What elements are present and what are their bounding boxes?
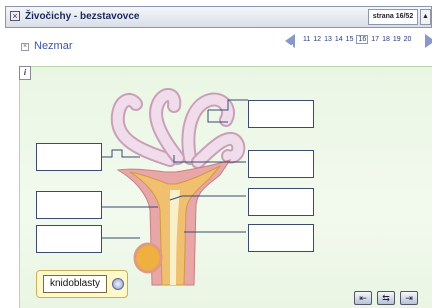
answer-box-5[interactable]: [36, 191, 102, 219]
hydra-bud: [133, 242, 163, 274]
answer-box-1[interactable]: [248, 100, 314, 128]
chip-label-knidoblasty[interactable]: knidoblasty: [43, 275, 107, 293]
draggable-label-chip[interactable]: knidoblasty: [36, 270, 128, 298]
toolbar-button-3[interactable]: ⇥: [400, 291, 418, 305]
answer-box-3[interactable]: [248, 150, 314, 178]
answer-box-7[interactable]: [36, 225, 102, 253]
toolbar-button-2[interactable]: ⇆: [377, 291, 395, 305]
answer-box-2[interactable]: [36, 143, 102, 171]
toolbar-button-1[interactable]: ⇤: [354, 291, 372, 305]
answer-box-4[interactable]: [248, 188, 314, 216]
hydra-tentacles: [110, 87, 246, 169]
answer-box-6[interactable]: [248, 224, 314, 252]
chip-next-button-icon[interactable]: [112, 278, 124, 290]
